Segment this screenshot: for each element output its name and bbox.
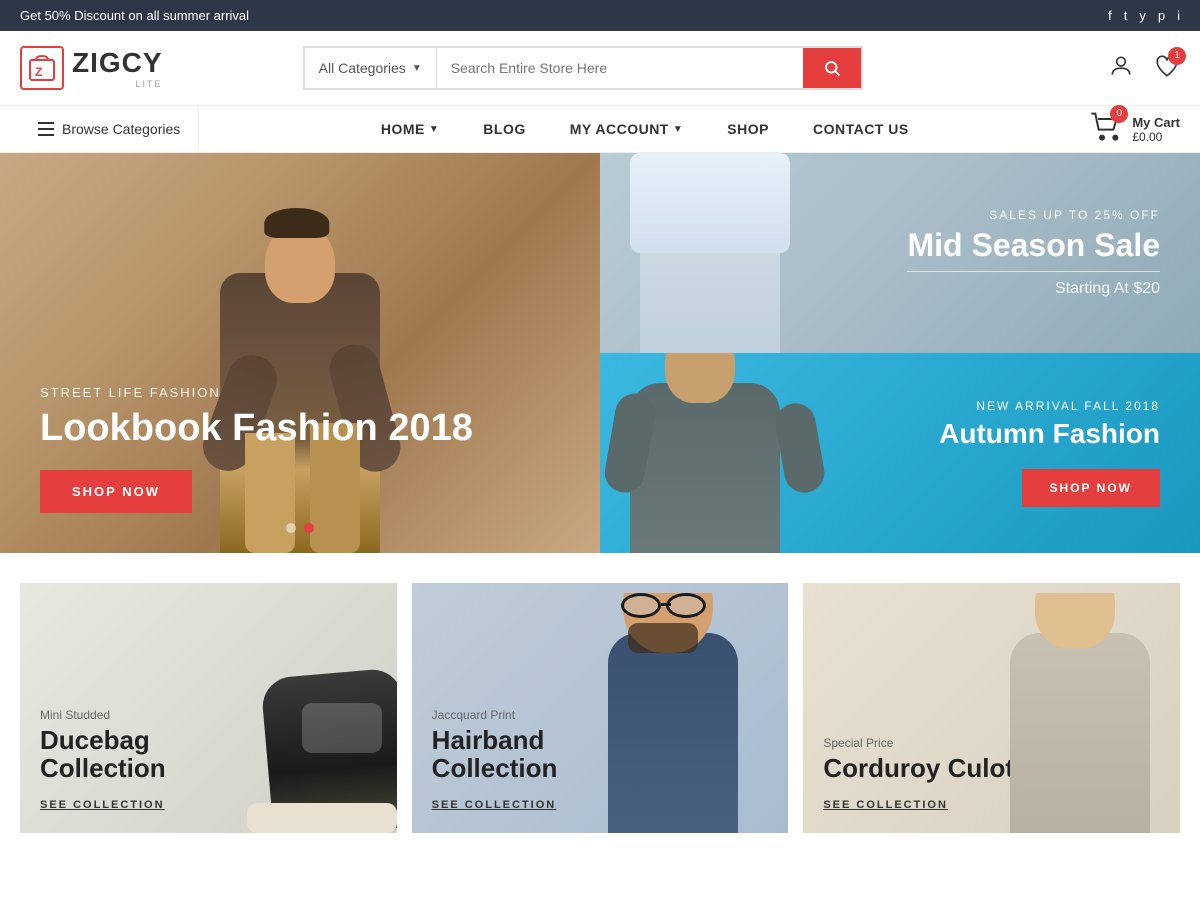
nav-item-contact[interactable]: CONTACT US: [791, 106, 931, 152]
collection-link-1[interactable]: SEE COLLECTION: [40, 799, 165, 811]
wishlist-button[interactable]: 1: [1154, 53, 1180, 84]
hero-right-panels: SALES UP TO 25% OFF Mid Season Sale Star…: [600, 153, 1200, 553]
promo-text: Get 50% Discount on all summer arrival: [20, 8, 249, 23]
search-button[interactable]: [803, 48, 861, 88]
collection-card-ducebag: Mini Studded DucebagCollection SEE COLLE…: [20, 583, 397, 833]
nav-item-myaccount[interactable]: MY ACCOUNT ▼: [548, 106, 706, 152]
nav-label-home: HOME: [381, 121, 425, 137]
category-label: All Categories: [319, 60, 406, 76]
header-actions: 1: [1108, 53, 1180, 84]
twitter-icon[interactable]: t: [1124, 8, 1128, 23]
nav-label-myaccount: MY ACCOUNT: [570, 121, 669, 137]
browse-categories-button[interactable]: Browse Categories: [20, 106, 199, 152]
hero-autumn-text: NEW ARRIVAL FALL 2018 Autumn Fashion SHO…: [939, 399, 1160, 508]
nav-label-shop: SHOP: [727, 121, 769, 137]
hero-left-panel: STREET LIFE FASHION Lookbook Fashion 201…: [0, 153, 600, 553]
search-input[interactable]: [437, 48, 803, 88]
cart-icon-wrap: 0: [1090, 111, 1122, 148]
collection-card-culottes: Special Price Corduroy Culottes SEE COLL…: [803, 583, 1180, 833]
cart-button[interactable]: 0 My Cart £0.00: [1090, 111, 1180, 148]
nav-item-shop[interactable]: SHOP: [705, 106, 791, 152]
svg-text:Z: Z: [35, 65, 42, 79]
autumn-shop-now-button[interactable]: SHOP NOW: [1022, 469, 1160, 507]
hero-sub-label: STREET LIFE FASHION: [40, 385, 473, 400]
nav-label-contact: CONTACT US: [813, 121, 909, 137]
autumn-title: Autumn Fashion: [939, 419, 1160, 450]
cart-label: My Cart: [1132, 115, 1180, 130]
logo-icon: Z: [20, 46, 64, 90]
mid-season-price: Starting At $20: [907, 280, 1160, 298]
chevron-down-icon: ▼: [412, 63, 422, 74]
hero-panel-autumn: NEW ARRIVAL FALL 2018 Autumn Fashion SHO…: [600, 353, 1200, 553]
hero-left-text: STREET LIFE FASHION Lookbook Fashion 201…: [40, 385, 473, 513]
collection-link-3[interactable]: SEE COLLECTION: [823, 799, 948, 811]
nav-bar: Browse Categories HOME ▼ BLOG MY ACCOUNT…: [0, 106, 1200, 153]
nav-links: HOME ▼ BLOG MY ACCOUNT ▼ SHOP CONTACT US: [199, 106, 1090, 152]
cart-count: 0: [1110, 105, 1128, 123]
facebook-icon[interactable]: f: [1108, 8, 1112, 23]
mid-season-sub: SALES UP TO 25% OFF: [907, 208, 1160, 222]
nav-label-blog: BLOG: [483, 121, 525, 137]
hero-shop-now-button[interactable]: SHOP NOW: [40, 470, 192, 513]
collection-card-hairband: Jaccquard Print HairbandCollection SEE C…: [412, 583, 789, 833]
chevron-down-icon: ▼: [673, 124, 683, 135]
brand-sub: LITE: [72, 79, 163, 89]
youtube-icon[interactable]: y: [1139, 8, 1146, 23]
search-bar: All Categories ▼: [303, 46, 863, 90]
header: Z ZIGCY LITE All Categories ▼: [0, 31, 1200, 106]
account-icon-button[interactable]: [1108, 53, 1134, 84]
hero-mid-season-text: SALES UP TO 25% OFF Mid Season Sale Star…: [907, 208, 1160, 298]
hamburger-icon: [38, 122, 54, 136]
wishlist-count: 1: [1168, 47, 1186, 65]
brand-name: ZIGCY: [72, 47, 163, 78]
pinterest-icon[interactable]: p: [1158, 8, 1165, 23]
autumn-sub: NEW ARRIVAL FALL 2018: [939, 399, 1160, 413]
nav-item-home[interactable]: HOME ▼: [359, 106, 461, 152]
hero-panel-mid-season: SALES UP TO 25% OFF Mid Season Sale Star…: [600, 153, 1200, 353]
hero-dots: [286, 523, 314, 533]
search-icon: [823, 59, 841, 77]
browse-categories-label: Browse Categories: [62, 121, 180, 137]
chevron-down-icon: ▼: [429, 124, 439, 135]
collections-section: Mini Studded DucebagCollection SEE COLLE…: [0, 583, 1200, 833]
hero-main-title: Lookbook Fashion 2018: [40, 408, 473, 450]
logo-area[interactable]: Z ZIGCY LITE: [20, 46, 170, 90]
hero-section: STREET LIFE FASHION Lookbook Fashion 201…: [0, 153, 1200, 553]
dot-1[interactable]: [286, 523, 296, 533]
dot-2[interactable]: [304, 523, 314, 533]
category-dropdown[interactable]: All Categories ▼: [305, 48, 437, 88]
top-bar: Get 50% Discount on all summer arrival f…: [0, 0, 1200, 31]
mid-season-title: Mid Season Sale: [907, 228, 1160, 263]
social-links: f t y p i: [1108, 8, 1180, 23]
collection-link-2[interactable]: SEE COLLECTION: [432, 799, 557, 811]
cart-price: £0.00: [1132, 130, 1180, 144]
nav-item-blog[interactable]: BLOG: [461, 106, 547, 152]
user-icon: [1108, 53, 1134, 79]
instagram-icon[interactable]: i: [1177, 8, 1180, 23]
page-bottom: [0, 833, 1200, 853]
